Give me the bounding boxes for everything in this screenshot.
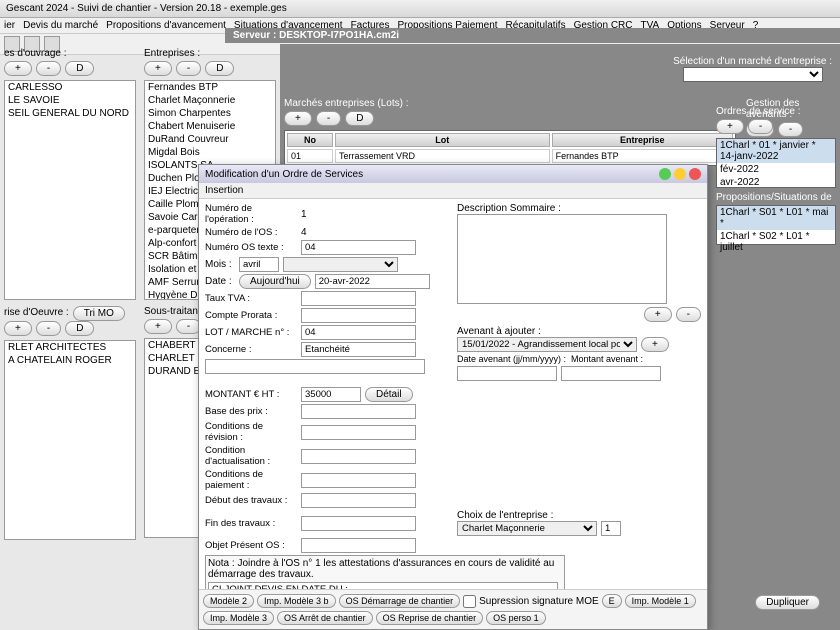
tva-input[interactable] xyxy=(301,291,416,306)
sel-marche-label: Sélection d'un marché d'entreprise : xyxy=(673,56,832,67)
minimize-icon[interactable] xyxy=(659,168,671,180)
avenant-label: Avenant à ajouter : xyxy=(457,326,701,337)
moe-label: rise d'Oeuvre : xyxy=(4,307,69,318)
list-item[interactable]: CARLESSO xyxy=(5,81,135,94)
list-item[interactable]: A CHATELAIN ROGER xyxy=(5,354,135,367)
detail-button[interactable]: Détail xyxy=(365,387,413,402)
mois-input[interactable] xyxy=(239,257,279,272)
e-button[interactable]: E xyxy=(602,594,622,608)
list-item[interactable]: 1Charl * S01 * L01 * mai * xyxy=(717,206,835,230)
add-button[interactable]: + xyxy=(716,119,744,134)
ouvrage-list[interactable]: CARLESSO LE SAVOIE SEIL GENERAL DU NORD xyxy=(4,80,136,300)
os-perso-button[interactable]: OS perso 1 xyxy=(486,611,546,625)
add-button[interactable]: + xyxy=(4,321,32,336)
os-demarrage-button[interactable]: OS Démarrage de chantier xyxy=(339,594,461,608)
concerne-input[interactable] xyxy=(301,342,416,357)
list-item[interactable]: Simon Charpentes xyxy=(145,107,275,120)
modal-subtitle: Insertion xyxy=(199,183,707,199)
remove-button[interactable]: - xyxy=(176,61,201,76)
nota-box: Nota : Joindre à l'OS n° 1 les attestati… xyxy=(205,555,565,589)
concerne2-input[interactable] xyxy=(205,359,425,374)
marches-label: Marchés entreprises (Lots) : xyxy=(284,98,736,109)
prop-list[interactable]: 1Charl * S01 * L01 * mai * 1Charl * S02 … xyxy=(716,205,836,245)
date-input[interactable] xyxy=(315,274,430,289)
d-button[interactable]: D xyxy=(65,321,94,336)
list-item[interactable]: avr-2022 xyxy=(717,176,835,189)
modal-os: Modification d'un Ordre de Services Inse… xyxy=(198,164,708,630)
list-item[interactable]: SEIL GENERAL DU NORD xyxy=(5,107,135,120)
today-button[interactable]: Aujourd'hui xyxy=(239,274,311,289)
add-button[interactable]: + xyxy=(284,111,312,126)
add-button[interactable]: + xyxy=(641,337,669,352)
remove-button[interactable]: - xyxy=(316,111,341,126)
os-list[interactable]: 1Charl * 01 * janvier * 14-janv-2022 fév… xyxy=(716,138,836,188)
d-button[interactable]: D xyxy=(345,111,374,126)
objet-input[interactable] xyxy=(301,538,416,553)
modele2-button[interactable]: Modèle 2 xyxy=(203,594,254,608)
list-item[interactable]: Charlet Maçonnerie xyxy=(145,94,275,107)
debut-input[interactable] xyxy=(301,493,416,508)
remove-button[interactable]: - xyxy=(36,61,61,76)
list-item[interactable]: LE SAVOIE xyxy=(5,94,135,107)
add-button[interactable]: + xyxy=(144,319,172,334)
remove-button[interactable]: - xyxy=(36,321,61,336)
close-icon[interactable] xyxy=(689,168,701,180)
choix-ent-select[interactable]: Charlet Maçonnerie xyxy=(457,521,597,536)
prop-label: Propositions/Situations de xyxy=(716,192,836,203)
avenant-select[interactable]: 15/01/2022 - Agrandissement local poubel… xyxy=(457,337,637,352)
modal-title-text: Modification d'un Ordre de Services xyxy=(205,169,363,180)
menu-item[interactable]: Propositions d'avancement xyxy=(106,20,226,31)
remove-button[interactable]: - xyxy=(676,307,701,322)
choix-n-input[interactable] xyxy=(601,521,621,536)
cond-rev-input[interactable] xyxy=(301,425,416,440)
desc-label: Description Sommaire : xyxy=(457,203,701,214)
menu-item[interactable]: Devis du marché xyxy=(23,20,98,31)
imp-modele3b-button[interactable]: Imp. Modèle 3 b xyxy=(257,594,336,608)
menu-item[interactable]: ier xyxy=(4,20,15,31)
mois-select[interactable] xyxy=(283,257,398,272)
dupliquer-button[interactable]: Dupliquer xyxy=(755,595,820,610)
cijoint-input[interactable] xyxy=(208,582,558,589)
d-button[interactable]: D xyxy=(65,61,94,76)
entreprises-label: Entreprises : xyxy=(144,48,276,59)
server-label: Serveur : DESKTOP-I7PO1HA.cm2i xyxy=(225,28,840,43)
cond-act-input[interactable] xyxy=(301,449,416,464)
list-item[interactable]: fév-2022 xyxy=(717,163,835,176)
list-item[interactable]: Fernandes BTP xyxy=(145,81,275,94)
remove-button[interactable]: - xyxy=(748,119,773,134)
list-item[interactable]: 1Charl * 01 * janvier * 14-janv-2022 xyxy=(717,139,835,163)
list-item[interactable]: 1Charl * S02 * L01 * juillet xyxy=(717,230,835,254)
imp-modele1-button[interactable]: Imp. Modèle 1 xyxy=(625,594,696,608)
cond-pai-input[interactable] xyxy=(301,473,416,488)
montant-input[interactable] xyxy=(301,387,361,402)
supression-checkbox[interactable]: Supression signature MOE xyxy=(463,595,599,608)
ordres-label: Ordres de service : xyxy=(716,106,836,117)
lot-input[interactable] xyxy=(301,325,416,340)
montant-avenant-input[interactable] xyxy=(561,366,661,381)
d-button[interactable]: D xyxy=(205,61,234,76)
date-avenant-input[interactable] xyxy=(457,366,557,381)
list-item[interactable]: DuRand Couvreur xyxy=(145,133,275,146)
num-os-txt-input[interactable] xyxy=(301,240,416,255)
sel-marche-select[interactable] xyxy=(683,67,823,82)
add-button[interactable]: + xyxy=(4,61,32,76)
moe-list[interactable]: RLET ARCHITECTES A CHATELAIN ROGER xyxy=(4,340,136,540)
tri-mo-button[interactable]: Tri MO xyxy=(73,306,125,321)
window-title: Gescant 2024 - Suivi de chantier - Versi… xyxy=(0,0,840,18)
imp-modele3-button[interactable]: Imp. Modèle 3 xyxy=(203,611,274,625)
list-item[interactable]: Migdal Bois xyxy=(145,146,275,159)
add-button[interactable]: + xyxy=(144,61,172,76)
ouvrage-label: es d'ouvrage : xyxy=(4,48,136,59)
os-reprise-button[interactable]: OS Reprise de chantier xyxy=(376,611,484,625)
base-input[interactable] xyxy=(301,404,416,419)
maximize-icon[interactable] xyxy=(674,168,686,180)
list-item[interactable]: RLET ARCHITECTES xyxy=(5,341,135,354)
list-item[interactable]: Chabert Menuiserie xyxy=(145,120,275,133)
os-arret-button[interactable]: OS Arrêt de chantier xyxy=(277,611,373,625)
add-button[interactable]: + xyxy=(644,307,672,322)
prorata-input[interactable] xyxy=(301,308,416,323)
marches-table[interactable]: NoLotEntreprise 01Terrassement VRDFernan… xyxy=(284,130,736,166)
desc-textarea[interactable] xyxy=(457,214,667,304)
fin-input[interactable] xyxy=(301,516,416,531)
